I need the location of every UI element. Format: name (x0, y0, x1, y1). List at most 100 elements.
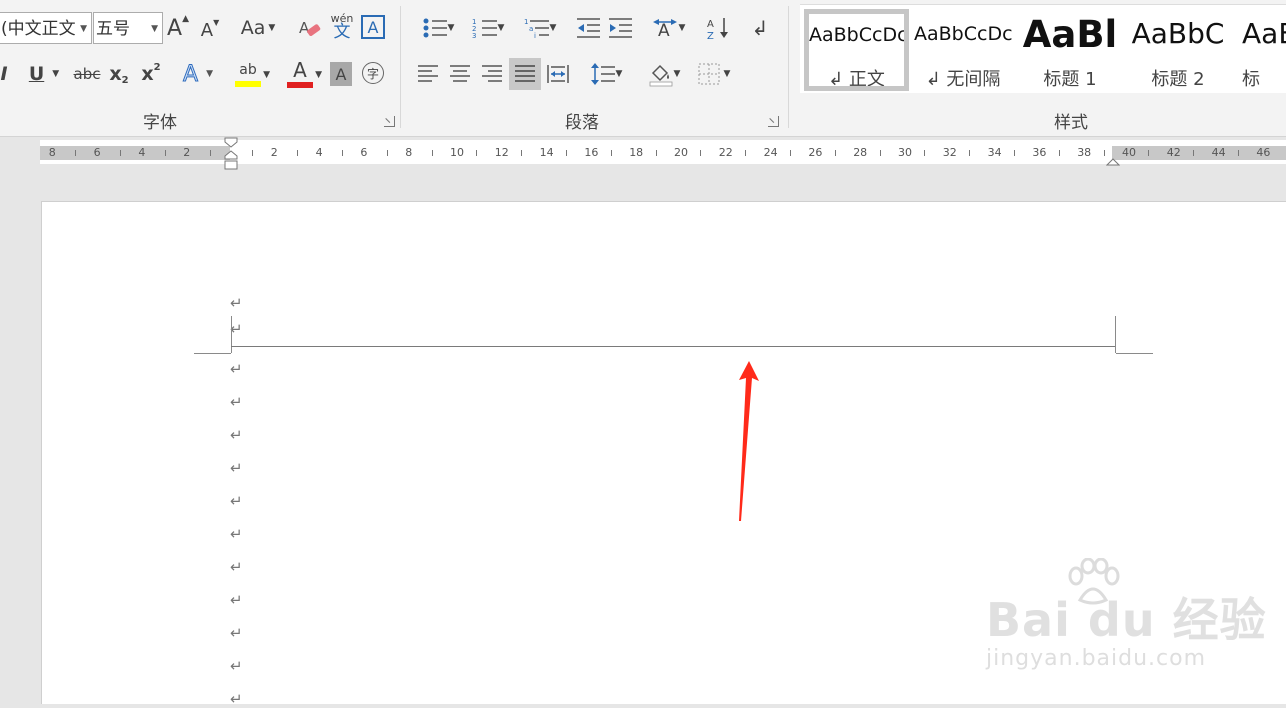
style-heading-3[interactable]: AaB 标 (1238, 9, 1286, 91)
style-heading-2[interactable]: AaBbC 标题 2 (1130, 9, 1226, 91)
indent-markers-icon[interactable] (223, 137, 239, 171)
decrease-indent-button[interactable] (574, 14, 602, 42)
ruler-number: 6 (93, 146, 101, 159)
grow-font-button[interactable]: A ▲ (166, 14, 190, 42)
ruler-tick (834, 150, 836, 156)
chevron-down-icon: ▼ (151, 24, 158, 34)
ruler-tick (1193, 150, 1195, 156)
underline-button[interactable]: U ▼ (24, 60, 64, 88)
bullets-button[interactable]: ▼ (416, 14, 460, 42)
ruler-number: 8 (48, 146, 56, 159)
character-border-label: A (367, 17, 379, 37)
numbering-button[interactable]: 123 ▼ (466, 14, 510, 42)
font-color-button[interactable]: A ▼ (276, 58, 324, 90)
align-center-button[interactable] (446, 60, 474, 88)
ruler-number: 2 (270, 146, 278, 159)
paragraph-dialog-launcher-icon[interactable] (768, 116, 779, 127)
subscript-button[interactable]: x2 (106, 60, 132, 88)
style-normal[interactable]: AaBbCcDc ↲ 正文 (804, 9, 909, 91)
ruler-number: 16 (584, 146, 599, 159)
multilevel-list-button[interactable]: 1ai ▼ (518, 14, 562, 42)
ruler-tick (1058, 150, 1060, 156)
paragraph-mark: ↵ (230, 459, 243, 477)
show-hide-marks-button[interactable]: ↲ (746, 14, 774, 42)
character-shading-button[interactable]: A (330, 62, 352, 86)
ruler-tick (386, 150, 388, 156)
borders-button[interactable]: ▼ (692, 60, 736, 88)
ruler-tick (610, 150, 612, 156)
ruler-number: 4 (138, 146, 146, 159)
svg-text:3: 3 (472, 32, 476, 39)
paragraph-mark: ↵ (230, 393, 243, 411)
increase-indent-button[interactable] (606, 14, 634, 42)
paragraph-mark: ↵ (230, 294, 243, 312)
styles-gallery: AaBbCcDc ↲ 正文 AaBbCcDc ↲ 无间隔 AaBl 标题 1 A… (800, 4, 1286, 93)
outdent-icon (577, 18, 600, 38)
strikethrough-button[interactable]: abc (72, 60, 102, 88)
ruler-tick (476, 150, 478, 156)
font-dialog-launcher-icon[interactable] (384, 116, 395, 127)
ruler-tick (120, 150, 121, 156)
font-name-combo[interactable]: (中文正文 ▼ (0, 12, 92, 44)
change-case-button[interactable]: Aa ▼ (238, 14, 278, 42)
ruler-tick (164, 150, 166, 156)
style-no-spacing[interactable]: AaBbCcDc ↲ 无间隔 (914, 9, 1012, 91)
ruler-number: 6 (360, 146, 368, 159)
ruler-tick (1014, 150, 1015, 156)
paragraph-mark: ↵ (230, 624, 243, 642)
watermark-brand: Bai du 经验 (986, 593, 1267, 647)
chevron-down-icon: ▼ (80, 24, 87, 34)
grow-font-label: A (167, 15, 183, 41)
paint-bucket-icon (649, 64, 672, 87)
ruler-tick (566, 150, 567, 156)
style-sample: AaBbC (1131, 17, 1225, 50)
style-name: ↲ 正文 (828, 69, 885, 90)
ruler-tick (297, 150, 299, 156)
text-direction-button[interactable]: A ▼ (646, 14, 690, 42)
ruler-left-margin (40, 146, 230, 160)
styles-group-label: 样式 (1054, 113, 1088, 133)
horizontal-ruler[interactable]: 8 6 4 2 2 4 6 8 10 12 14 16 18 20 22 24 26 28 30 32 34 36 38 40… (40, 137, 1286, 170)
highlight-color-button[interactable]: ab ▼ (224, 58, 272, 90)
ruler-tick (521, 150, 523, 156)
chevron-down-icon: ▼ (206, 69, 213, 79)
paragraph-mark: ↵ (230, 426, 243, 444)
svg-text:1: 1 (524, 18, 528, 26)
phonetic-guide-button[interactable]: wén 文 (328, 10, 356, 44)
clear-formatting-button[interactable]: A (296, 14, 324, 42)
align-left-button[interactable] (414, 60, 442, 88)
ruler-number: 2 (183, 146, 191, 159)
italic-button[interactable]: I (0, 60, 14, 88)
ruler-number: 10 (450, 146, 464, 159)
right-indent-marker-icon[interactable] (1106, 154, 1120, 166)
enclose-characters-button[interactable]: 字 (362, 62, 384, 84)
ruler-tick (969, 150, 971, 156)
sort-button[interactable]: AZ (704, 14, 732, 42)
character-border-button[interactable]: A (361, 15, 385, 39)
text-effects-button[interactable]: A ▼ (176, 60, 220, 88)
line-spacing-button[interactable]: ▼ (584, 60, 628, 88)
shading-button[interactable]: ▼ (642, 58, 686, 90)
style-sample: AaBbCcDc (914, 23, 1012, 45)
paragraph-group: ▼ 123 ▼ 1ai ▼ A ▼ AZ ↲ ▼ ▼ ▼ 段落 (402, 0, 788, 134)
distributed-button[interactable] (544, 60, 572, 88)
style-heading-1[interactable]: AaBl 标题 1 (1022, 9, 1118, 91)
ruler-number: 44 (1211, 146, 1226, 159)
ruler-number: 40 (1122, 146, 1136, 159)
paragraph-mark: ↵ (230, 558, 243, 576)
chevron-down-icon: ▼ (615, 69, 623, 79)
font-group: (中文正文 ▼ 五号 ▼ A ▲ A ▼ Aa ▼ A wén 文 A I U … (0, 0, 400, 134)
shrink-font-button[interactable]: A ▼ (198, 16, 222, 44)
paragraph-group-label: 段落 (565, 113, 599, 133)
ruler-tick (655, 150, 657, 156)
align-right-button[interactable] (478, 60, 506, 88)
ruler-number: 36 (1032, 146, 1047, 159)
font-size-combo[interactable]: 五号 ▼ (93, 12, 163, 44)
align-right-icon (482, 65, 502, 82)
justify-button[interactable] (509, 58, 541, 90)
strikethrough-label: abc (73, 65, 101, 83)
superscript-button[interactable]: x2 (138, 60, 164, 88)
enclose-characters-label: 字 (366, 66, 379, 81)
sort-icon: AZ (707, 18, 728, 40)
margin-corner-left-h (194, 353, 231, 354)
